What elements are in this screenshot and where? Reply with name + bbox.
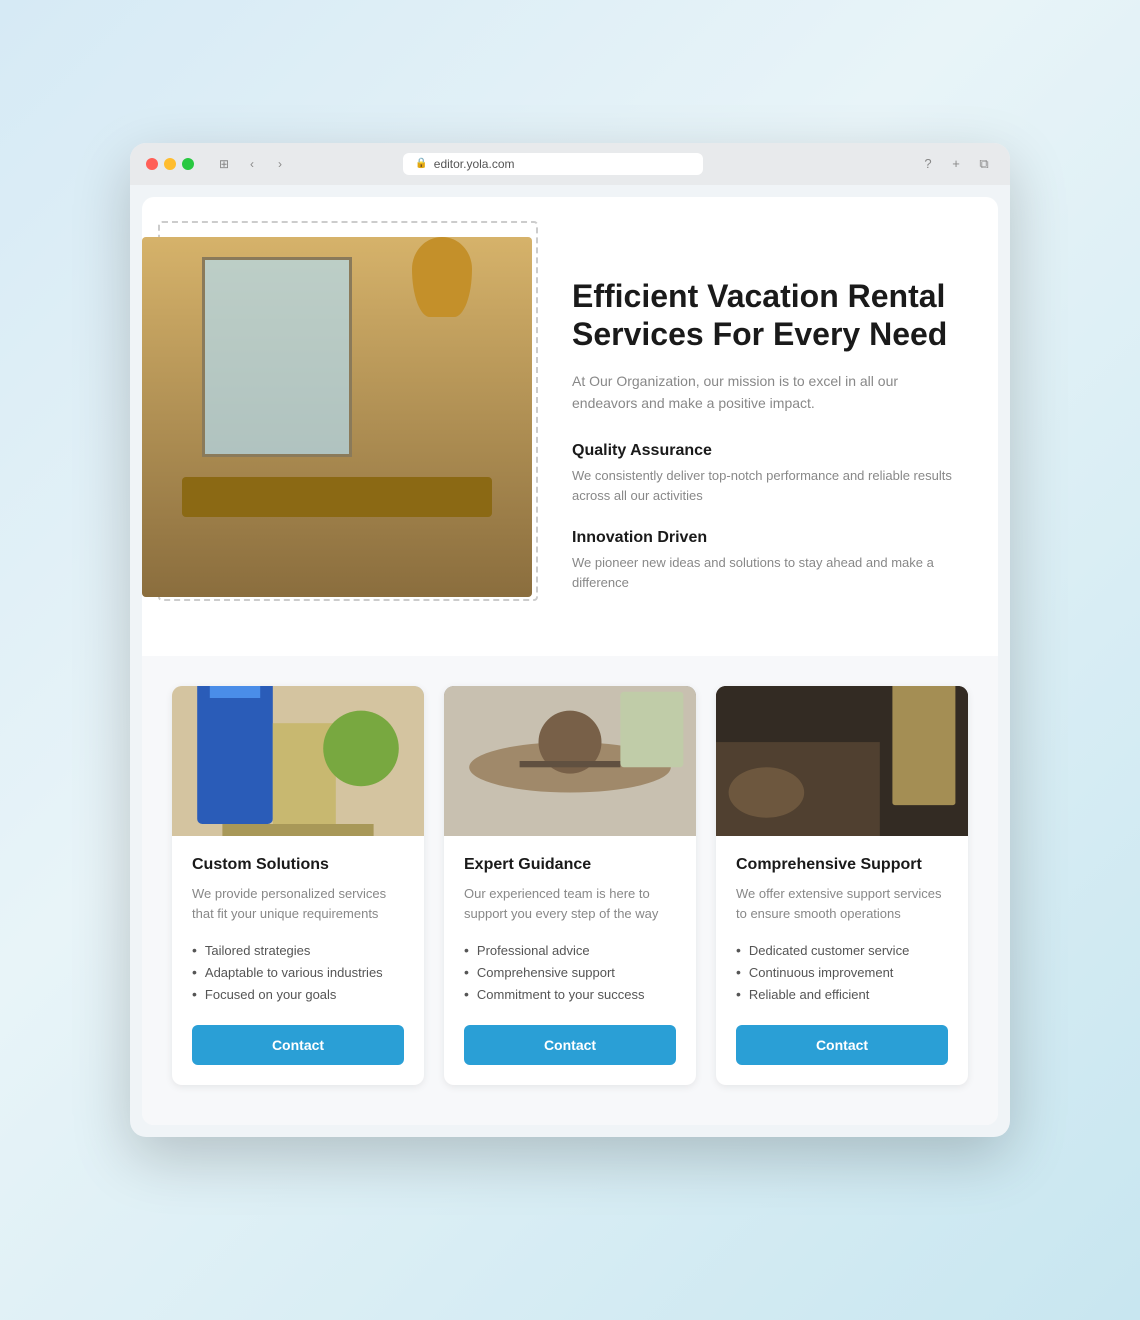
feature-innovation: Innovation Driven We pioneer new ideas a… [572, 529, 958, 592]
card-desc-2: Our experienced team is here to support … [464, 884, 676, 923]
card-comprehensive-support: Comprehensive Support We offer extensive… [716, 686, 968, 1085]
hero-content: Efficient Vacation Rental Services For E… [572, 237, 958, 617]
hero-title: Efficient Vacation Rental Services For E… [572, 277, 958, 354]
card-title-2: Expert Guidance [464, 856, 676, 874]
address-bar[interactable]: 🔒 editor.yola.com [403, 153, 703, 175]
list-item: Continuous improvement [736, 961, 948, 983]
card-image-2 [444, 686, 696, 836]
hero-section: Efficient Vacation Rental Services For E… [142, 197, 998, 657]
card-title-3: Comprehensive Support [736, 856, 948, 874]
traffic-lights [146, 158, 194, 170]
table-element [182, 477, 492, 517]
close-dot[interactable] [146, 158, 158, 170]
feature-quality: Quality Assurance We consistently delive… [572, 442, 958, 505]
card-body-2: Expert Guidance Our experienced team is … [444, 836, 696, 1085]
list-item: Comprehensive support [464, 961, 676, 983]
card-desc-3: We offer extensive support services to e… [736, 884, 948, 923]
list-item: Adaptable to various industries [192, 961, 404, 983]
hero-image [142, 237, 532, 597]
card-custom-solutions: Custom Solutions We provide personalized… [172, 686, 424, 1085]
browser-actions: ? + ⧉ [918, 154, 994, 174]
minimize-dot[interactable] [164, 158, 176, 170]
card-list-2: Professional advice Comprehensive suppor… [464, 939, 676, 1005]
feature-quality-title: Quality Assurance [572, 442, 958, 460]
feature-quality-desc: We consistently deliver top-notch perfor… [572, 466, 958, 505]
new-tab-icon[interactable]: + [946, 154, 966, 174]
hero-image-container [142, 237, 532, 597]
browser-controls: ⊞ ‹ › [214, 154, 290, 174]
lamp-element [412, 237, 472, 317]
browser-bar: ⊞ ‹ › 🔒 editor.yola.com ? + ⧉ [130, 143, 1010, 185]
card-image-1 [172, 686, 424, 836]
window-element [202, 257, 352, 457]
maximize-dot[interactable] [182, 158, 194, 170]
card-body-1: Custom Solutions We provide personalized… [172, 836, 424, 1085]
card-image-3 [716, 686, 968, 836]
browser-window: ⊞ ‹ › 🔒 editor.yola.com ? + ⧉ [130, 143, 1010, 1138]
card-list-3: Dedicated customer service Continuous im… [736, 939, 948, 1005]
extensions-icon[interactable]: ⧉ [974, 154, 994, 174]
contact-button-2[interactable]: Contact [464, 1025, 676, 1065]
list-item: Tailored strategies [192, 939, 404, 961]
card-title-1: Custom Solutions [192, 856, 404, 874]
browser-content: Efficient Vacation Rental Services For E… [142, 197, 998, 1126]
list-item: Professional advice [464, 939, 676, 961]
lock-icon: 🔒 [415, 158, 427, 169]
list-item: Reliable and efficient [736, 983, 948, 1005]
contact-button-1[interactable]: Contact [192, 1025, 404, 1065]
list-item: Commitment to your success [464, 983, 676, 1005]
feature-innovation-desc: We pioneer new ideas and solutions to st… [572, 553, 958, 592]
card-list-1: Tailored strategies Adaptable to various… [192, 939, 404, 1005]
feature-innovation-title: Innovation Driven [572, 529, 958, 547]
url-text: editor.yola.com [434, 157, 515, 171]
back-icon[interactable]: ‹ [242, 154, 262, 174]
cards-section: Custom Solutions We provide personalized… [142, 656, 998, 1125]
card-desc-1: We provide personalized services that fi… [192, 884, 404, 923]
sidebar-toggle-icon[interactable]: ⊞ [214, 154, 234, 174]
card-expert-guidance: Expert Guidance Our experienced team is … [444, 686, 696, 1085]
list-item: Focused on your goals [192, 983, 404, 1005]
help-icon[interactable]: ? [918, 154, 938, 174]
hero-subtitle: At Our Organization, our mission is to e… [572, 370, 958, 415]
forward-icon[interactable]: › [270, 154, 290, 174]
card-body-3: Comprehensive Support We offer extensive… [716, 836, 968, 1085]
list-item: Dedicated customer service [736, 939, 948, 961]
contact-button-3[interactable]: Contact [736, 1025, 948, 1065]
